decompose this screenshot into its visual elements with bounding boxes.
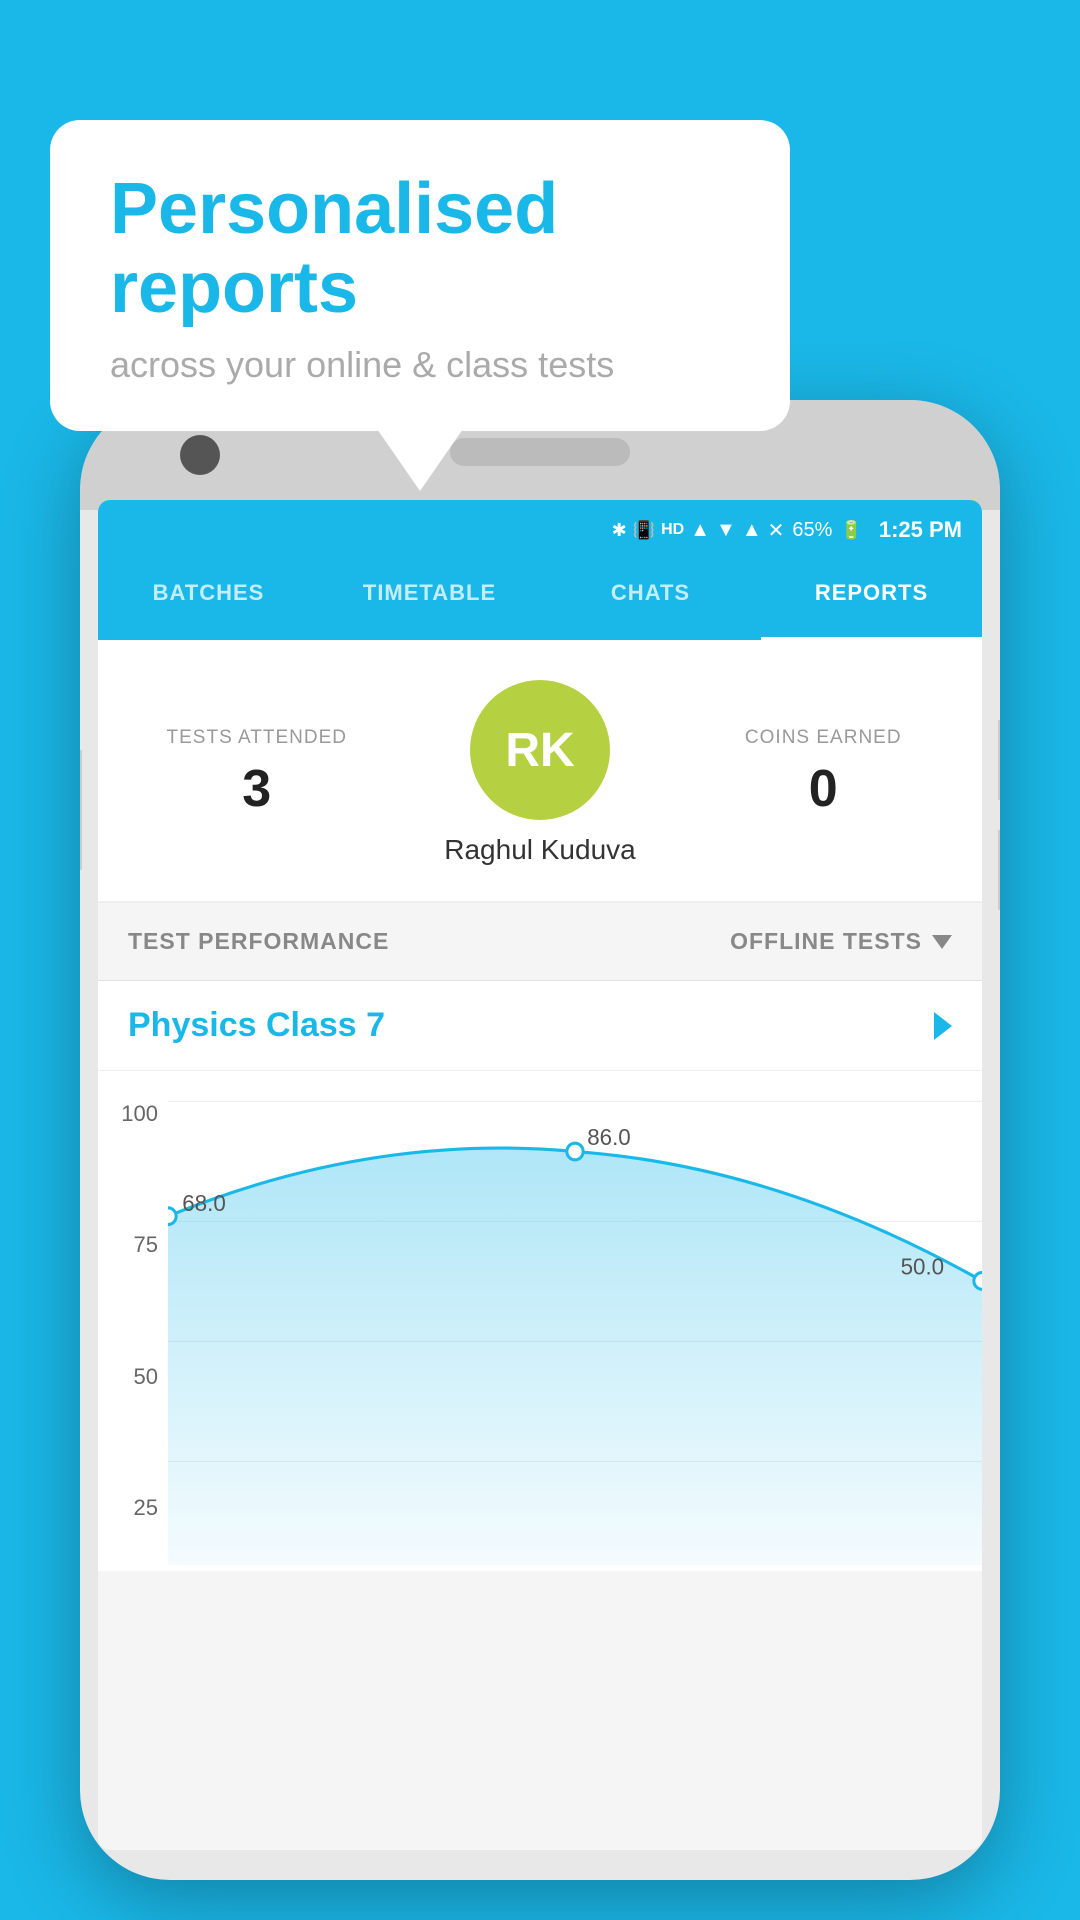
bubble-title: Personalised reports [110, 170, 730, 328]
coins-earned-block: COINS EARNED 0 [695, 727, 953, 819]
user-name: Raghul Kuduva [444, 834, 635, 866]
avatar: RK [470, 680, 610, 820]
nav-tabs: BATCHES TIMETABLE CHATS REPORTS [98, 560, 982, 640]
data-label-2: 50.0 [901, 1253, 945, 1279]
volume-button [998, 830, 1000, 910]
signal-icon: ▲ [690, 519, 710, 542]
tests-attended-block: TESTS ATTENDED 3 [128, 727, 386, 819]
tests-attended-label: TESTS ATTENDED [128, 727, 386, 749]
wifi-icon: ▼ [716, 519, 736, 542]
chevron-down-icon [932, 935, 952, 949]
class-name: Physics Class 7 [128, 1006, 385, 1045]
class-row[interactable]: Physics Class 7 [98, 981, 982, 1071]
data-point-1 [567, 1143, 583, 1160]
y-axis: 100 75 50 25 [98, 1091, 168, 1571]
chart-svg-wrap: 68.0 86.0 50.0 [168, 1091, 982, 1571]
phone-frame: ✱ 📳 HD ▲ ▼ ▲ ✕ 65% 🔋 1:25 PM [80, 400, 1000, 1880]
tab-batches[interactable]: BATCHES [98, 560, 319, 640]
data-label-1: 86.0 [587, 1124, 631, 1150]
avatar-initials: RK [505, 723, 574, 778]
filter-performance-label: TEST PERFORMANCE [128, 928, 389, 955]
profile-row: TESTS ATTENDED 3 RK Raghul Kuduva COINS … [128, 680, 952, 866]
camera [180, 435, 220, 475]
y-label-100: 100 [121, 1101, 158, 1127]
battery-icon: 🔋 [840, 520, 862, 541]
network2-icon: ✕ [768, 518, 785, 543]
filter-row: TEST PERFORMANCE OFFLINE TESTS [98, 903, 982, 981]
speech-bubble: Personalised reports across your online … [50, 120, 790, 431]
tests-attended-value: 3 [128, 759, 386, 819]
chart-svg: 68.0 86.0 50.0 [168, 1091, 982, 1571]
profile-section: TESTS ATTENDED 3 RK Raghul Kuduva COINS … [98, 640, 982, 901]
status-time: 1:25 PM [879, 517, 962, 543]
hd-icon: HD [661, 521, 684, 539]
status-bar: ✱ 📳 HD ▲ ▼ ▲ ✕ 65% 🔋 1:25 PM [98, 500, 982, 560]
offline-tests-label: OFFLINE TESTS [730, 928, 922, 955]
tab-timetable[interactable]: TIMETABLE [319, 560, 540, 640]
data-point-2 [974, 1273, 982, 1290]
tab-chats[interactable]: CHATS [540, 560, 761, 640]
network-icon: ▲ [742, 519, 762, 542]
chart-area-fill [168, 1148, 982, 1565]
vibrate-icon: 📳 [633, 520, 655, 541]
data-label-0: 68.0 [182, 1190, 226, 1216]
status-icons: ✱ 📳 HD ▲ ▼ ▲ ✕ [612, 518, 785, 543]
y-label-25: 25 [134, 1495, 158, 1521]
tab-reports[interactable]: REPORTS [761, 560, 982, 640]
coins-earned-label: COINS EARNED [695, 727, 953, 749]
speaker [450, 438, 630, 466]
bluetooth-icon: ✱ [612, 520, 627, 541]
bubble-subtitle: across your online & class tests [110, 344, 730, 386]
y-label-50: 50 [134, 1364, 158, 1390]
coins-earned-value: 0 [695, 759, 953, 819]
y-label-75: 75 [134, 1232, 158, 1258]
data-point-0 [168, 1208, 176, 1225]
chart-container: 100 75 50 25 [98, 1091, 982, 1571]
filter-dropdown[interactable]: OFFLINE TESTS [730, 928, 952, 955]
battery-level: 65% [792, 519, 832, 542]
phone-screen: ✱ 📳 HD ▲ ▼ ▲ ✕ 65% 🔋 1:25 PM [98, 500, 982, 1850]
volume-left-button [80, 750, 82, 870]
power-button [998, 720, 1000, 800]
chevron-right-icon [934, 1012, 952, 1040]
avatar-block: RK Raghul Kuduva [386, 680, 695, 866]
chart-area: 100 75 50 25 [98, 1071, 982, 1571]
